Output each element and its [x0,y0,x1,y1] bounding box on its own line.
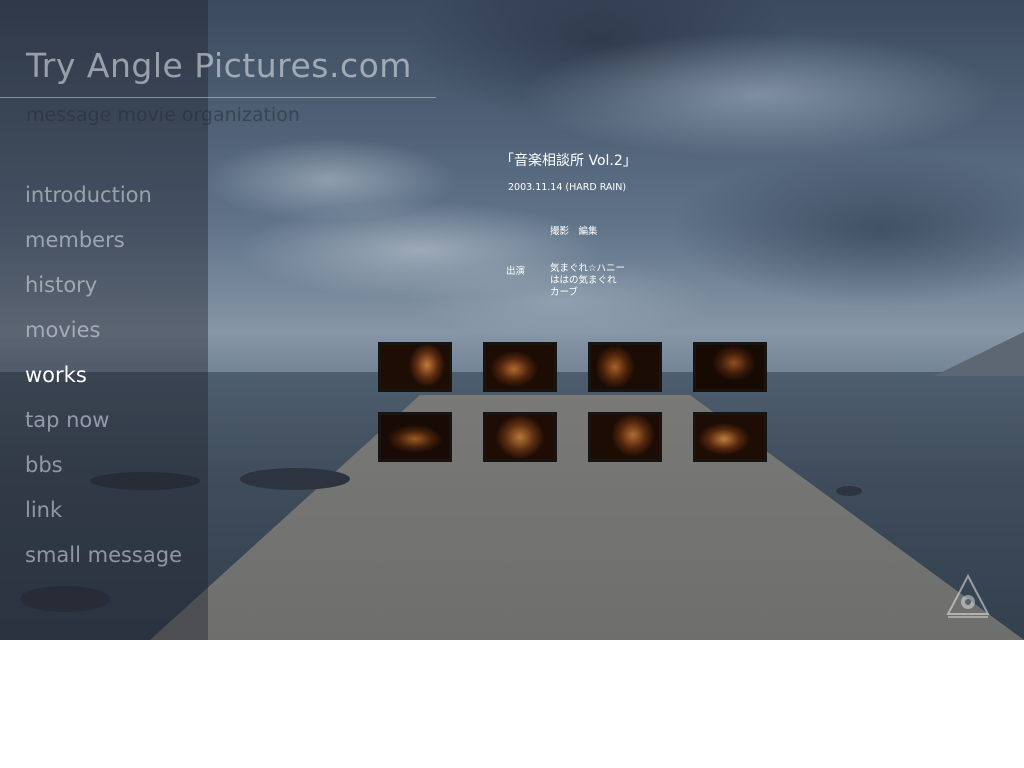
nav-item-movies[interactable]: movies [25,315,182,360]
nav-item-history[interactable]: history [25,270,182,315]
thumbnail-1[interactable] [378,342,452,392]
nav-item-link[interactable]: link [25,495,182,540]
site-title[interactable]: Try Angle Pictures.com [26,46,412,85]
nav-item-tap-now[interactable]: tap now [25,405,182,450]
thumbnail-gallery [378,342,770,466]
background-scene: Try Angle Pictures.com message movie org… [0,0,1024,640]
nav-item-works[interactable]: works [25,360,182,405]
site-tagline: message movie organization [26,104,300,126]
cast-label: 出演 [506,266,526,277]
thumbnail-3[interactable] [588,342,662,392]
thumbnail-5[interactable] [378,412,452,462]
rock [240,468,350,490]
thumbnail-4[interactable] [693,342,767,392]
nav-item-small-message[interactable]: small message [25,540,182,585]
thumbnail-2[interactable] [483,342,557,392]
cast-list: 気まぐれ☆ハニー ははの気まぐれ カーブ [550,263,625,299]
work-credit: 撮影 編集 [550,226,598,237]
work-title: 「音楽相談所 Vol.2」 [500,153,637,169]
main-nav: introduction members history movies work… [25,180,182,585]
cast-member: ははの気まぐれ [550,275,617,286]
thumbnail-6[interactable] [483,412,557,462]
title-divider [0,97,436,98]
rock [836,486,862,496]
nav-item-bbs[interactable]: bbs [25,450,182,495]
triangle-eye-logo-icon[interactable] [944,572,992,620]
distant-mountain [934,332,1024,376]
thumbnail-7[interactable] [588,412,662,462]
work-date: 2003.11.14 (HARD RAIN) [508,182,627,193]
cast-member: カーブ [550,287,578,298]
thumbnail-8[interactable] [693,412,767,462]
cast-member: 気まぐれ☆ハニー [550,263,626,274]
page-footer-blank [0,640,1024,768]
nav-item-members[interactable]: members [25,225,182,270]
nav-item-introduction[interactable]: introduction [25,180,182,225]
